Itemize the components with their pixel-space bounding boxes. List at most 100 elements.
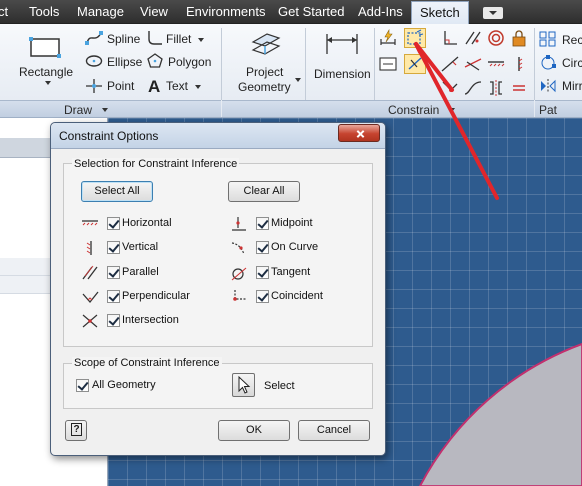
fillet-dropdown-icon[interactable]	[198, 38, 204, 42]
horizontal-option: Horizontal	[81, 216, 211, 232]
ellipse-button[interactable]: Ellipse	[107, 55, 142, 69]
parallel-checkbox[interactable]	[107, 266, 120, 279]
fillet-icon[interactable]	[146, 30, 164, 46]
rectangle-dropdown-icon[interactable]	[45, 81, 51, 85]
point-icon[interactable]	[85, 78, 103, 94]
intersection-label: Intersection	[122, 314, 179, 326]
constraint-options-icon[interactable]	[404, 28, 426, 48]
vertical-constraint-icon[interactable]	[508, 54, 530, 74]
clear-all-button[interactable]: Clear All	[228, 181, 300, 202]
smooth-constraint-icon[interactable]	[462, 78, 484, 98]
draw-panel-bar[interactable]: Draw	[0, 100, 221, 117]
midpoint-checkbox[interactable]	[256, 217, 269, 230]
text-button[interactable]: Text	[166, 79, 188, 93]
collinear-constraint-icon[interactable]	[439, 54, 461, 74]
perpendicular-infer-icon[interactable]	[404, 54, 426, 74]
mirror-button[interactable]: Mirr	[562, 79, 582, 93]
dimension-icon[interactable]	[323, 30, 361, 58]
project-geometry-label-line2[interactable]: Geometry	[238, 80, 291, 94]
symmetric-constraint-icon[interactable]	[485, 78, 507, 98]
cancel-button[interactable]: Cancel	[298, 420, 370, 441]
menu-sketch[interactable]: Sketch	[411, 1, 469, 25]
fillet-button[interactable]: Fillet	[166, 32, 191, 46]
horizontal-checkbox[interactable]	[107, 217, 120, 230]
on-curve-checkbox[interactable]	[256, 241, 269, 254]
intersection-checkbox[interactable]	[107, 314, 120, 327]
equal-constraint-icon[interactable]	[508, 78, 530, 98]
draw-panel-expand-icon[interactable]	[102, 108, 108, 112]
panel-separator	[374, 28, 375, 100]
menu-tools[interactable]: Tools	[29, 4, 59, 19]
point-button[interactable]: Point	[107, 79, 134, 93]
constrain-panel-bar[interactable]: Constrain	[222, 100, 534, 117]
vertical-label: Vertical	[122, 241, 159, 253]
project-geometry-dropdown-icon[interactable]	[295, 78, 301, 82]
midpoint-constraint-icon	[232, 217, 246, 231]
perpendicular-checkbox[interactable]	[107, 290, 120, 303]
text-icon[interactable]: A	[147, 77, 163, 95]
spline-button[interactable]: Spline	[107, 32, 140, 46]
ribbon: Rectangle Spline Ellipse Point Fillet Po…	[0, 24, 582, 118]
constraint-options-dialog: Constraint Options Selection for Constra…	[50, 122, 386, 456]
menu-environments[interactable]: Environments	[186, 4, 265, 19]
coincident-label: Coincident	[271, 290, 323, 302]
tangent-checkbox[interactable]	[256, 266, 269, 279]
horizontal-constraint-icon[interactable]	[462, 54, 484, 74]
menu-add-ins[interactable]: Add-Ins	[358, 4, 403, 19]
auto-dimension-icon[interactable]	[377, 28, 399, 48]
circular-pattern-button[interactable]: Circ	[562, 56, 582, 70]
spline-icon[interactable]	[85, 30, 103, 46]
fix-constraint-icon[interactable]	[508, 28, 530, 48]
show-constraints-icon[interactable]	[377, 54, 399, 74]
coincident-checkbox[interactable]	[256, 290, 269, 303]
pattern-panel-title[interactable]: Pat	[539, 103, 557, 117]
dialog-titlebar[interactable]: Constraint Options	[51, 123, 385, 149]
help-button[interactable]: ?	[65, 420, 87, 441]
perpendicular-constraint-icon[interactable]	[439, 28, 461, 48]
circular-pattern-icon[interactable]	[539, 55, 557, 71]
parallel-constraint-icon	[82, 265, 98, 280]
constrain-panel-expand-icon[interactable]	[449, 108, 455, 112]
parallel-option: Parallel	[81, 265, 211, 281]
all-geometry-checkbox[interactable]	[76, 379, 89, 392]
ribbon-toggle-button[interactable]	[483, 7, 503, 19]
dialog-close-button[interactable]	[338, 124, 380, 142]
select-label: Select	[264, 380, 295, 392]
coincident-option: Coincident	[230, 289, 360, 305]
menu-get-started[interactable]: Get Started	[278, 4, 344, 19]
sketch-arc[interactable]	[418, 343, 582, 486]
perpendicular-constraint-icon	[82, 291, 99, 304]
rectangle-button[interactable]: Rectangle	[19, 65, 73, 79]
coincident-constraint-icon[interactable]	[439, 78, 461, 98]
vertical-constraint-icon	[86, 241, 92, 255]
vertical-checkbox[interactable]	[107, 241, 120, 254]
horizontal-hatch-constraint-icon[interactable]	[485, 54, 507, 74]
concentric-constraint-icon[interactable]	[485, 28, 507, 48]
rectangular-pattern-icon[interactable]	[539, 31, 557, 47]
polygon-button[interactable]: Polygon	[168, 55, 211, 69]
constrain-panel-title[interactable]: Constrain	[388, 103, 439, 117]
dimension-button[interactable]: Dimension	[314, 67, 371, 81]
all-geometry-label: All Geometry	[92, 379, 156, 391]
rectangle-icon[interactable]	[27, 34, 63, 62]
rectangular-pattern-button[interactable]: Rect	[562, 33, 582, 47]
menu-construct[interactable]: ct	[0, 4, 8, 19]
pattern-panel-bar[interactable]: Pat	[535, 100, 582, 117]
select-all-button[interactable]: Select All	[81, 181, 153, 202]
project-geometry-icon[interactable]	[247, 28, 281, 60]
panel-separator	[305, 28, 306, 100]
parallel-constraint-icon[interactable]	[462, 28, 484, 48]
select-geometry-button[interactable]	[232, 373, 255, 397]
project-geometry-label-line1[interactable]: Project	[246, 65, 283, 79]
text-dropdown-icon[interactable]	[195, 85, 201, 89]
ok-button[interactable]: OK	[218, 420, 290, 441]
mirror-icon[interactable]	[539, 78, 557, 94]
midpoint-label: Midpoint	[271, 217, 313, 229]
on-curve-option: On Curve	[230, 240, 360, 256]
dialog-title: Constraint Options	[59, 129, 159, 143]
polygon-icon[interactable]	[146, 53, 164, 69]
ellipse-icon[interactable]	[85, 54, 103, 68]
menu-view[interactable]: View	[140, 4, 168, 19]
menu-manage[interactable]: Manage	[77, 4, 124, 19]
draw-panel-title[interactable]: Draw	[64, 103, 92, 117]
